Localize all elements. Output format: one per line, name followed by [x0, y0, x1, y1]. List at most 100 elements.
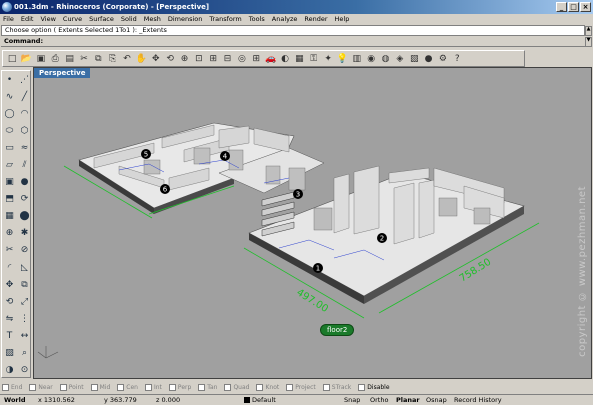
hand-icon[interactable]: ✋	[134, 52, 148, 66]
explode-icon[interactable]: ✱	[17, 225, 32, 242]
osnap-checkbox[interactable]	[224, 383, 232, 391]
menu-solid[interactable]: Solid	[121, 14, 137, 25]
car-icon[interactable]: 🚗	[263, 52, 277, 66]
lock-icon[interactable]: ⚿	[307, 52, 321, 66]
osnap-near[interactable]: Near	[29, 383, 53, 391]
menu-view[interactable]: View	[40, 14, 55, 25]
render-icon[interactable]: ◑	[2, 362, 17, 379]
rotate-icon[interactable]: ⟲	[2, 293, 17, 310]
curve-icon[interactable]: ∿	[2, 88, 17, 105]
planar-toggle[interactable]: Planar	[392, 395, 422, 405]
dimension-icon[interactable]: ↔	[17, 327, 32, 344]
import-icon[interactable]: ▤	[62, 52, 76, 66]
sphere-icon[interactable]: ●	[17, 174, 32, 191]
history-scroll-up-icon[interactable]: ▲	[585, 26, 592, 36]
osnap-checkbox[interactable]	[59, 383, 67, 391]
osnap-perp[interactable]: Perp	[168, 383, 191, 391]
menu-help[interactable]: Help	[335, 14, 350, 25]
extrude-icon[interactable]: ⬒	[2, 191, 17, 208]
light-icon[interactable]: ✦	[321, 52, 335, 66]
menu-dimension[interactable]: Dimension	[168, 14, 203, 25]
menu-file[interactable]: File	[3, 14, 14, 25]
ortho-toggle[interactable]: Ortho	[366, 395, 392, 405]
blank-icon[interactable]	[465, 52, 479, 66]
close-button[interactable]: ×	[580, 2, 591, 12]
menu-surface[interactable]: Surface	[89, 14, 114, 25]
layer-icon[interactable]: ▥	[350, 52, 364, 66]
osnap-int[interactable]: Int	[144, 383, 162, 391]
polyline-icon[interactable]: ⋰	[17, 71, 32, 88]
rhino-app-icon[interactable]	[2, 2, 12, 12]
osnap-checkbox[interactable]	[144, 383, 152, 391]
marker-5[interactable]: 5	[144, 151, 148, 159]
sphere-icon[interactable]: ●	[421, 52, 435, 66]
perspective-viewport[interactable]: 497.00 758.50 1 2 3 4 5 6 Perspective co…	[33, 67, 592, 379]
camera-icon[interactable]: ◐	[278, 52, 292, 66]
hatch-icon[interactable]: ▨	[2, 345, 17, 362]
surface-icon[interactable]: ▱	[2, 156, 17, 173]
maximize-button[interactable]: □	[568, 2, 579, 12]
fillet-icon[interactable]: ◜	[2, 259, 17, 276]
menu-render[interactable]: Render	[304, 14, 327, 25]
blank4-icon[interactable]	[508, 52, 522, 66]
split-icon[interactable]: ⊘	[17, 242, 32, 259]
mirror-icon[interactable]: ⇋	[2, 310, 17, 327]
osnap-disable[interactable]: Disable	[358, 383, 390, 391]
osnap-checkbox[interactable]	[322, 383, 330, 391]
osnap-tan[interactable]: Tan	[198, 383, 217, 391]
command-line[interactable]: Command:	[1, 36, 585, 47]
osnap-knot[interactable]: Knot	[256, 383, 279, 391]
osnap-icon[interactable]: ⊙	[17, 362, 32, 379]
loft-icon[interactable]: ⫽	[17, 156, 32, 173]
analyze-icon[interactable]: ⌕	[17, 345, 32, 362]
cylinder-icon[interactable]: ⬤	[17, 208, 32, 225]
menu-analyze[interactable]: Analyze	[272, 14, 298, 25]
current-layer[interactable]: Default	[240, 395, 340, 405]
cut-icon[interactable]: ✂	[77, 52, 91, 66]
four-views-icon[interactable]: ⊞	[249, 52, 263, 66]
point-icon[interactable]: •	[2, 71, 17, 88]
blank3-icon[interactable]	[493, 52, 507, 66]
snap-toggle[interactable]: Snap	[340, 395, 366, 405]
text-icon[interactable]: T	[2, 327, 17, 344]
viewport-title-tab[interactable]: Perspective	[34, 68, 91, 78]
osnap-toggle[interactable]: Osnap	[422, 395, 450, 405]
cplane-indicator[interactable]: World	[0, 395, 34, 405]
box-icon[interactable]: ▣	[2, 174, 17, 191]
osnap-checkbox[interactable]	[117, 383, 125, 391]
bulb-icon[interactable]: 💡	[335, 52, 349, 66]
join-icon[interactable]: ⊕	[2, 225, 17, 242]
marker-4[interactable]: 4	[223, 153, 228, 161]
menu-transform[interactable]: Transform	[209, 14, 241, 25]
arc-icon[interactable]: ◠	[17, 105, 32, 122]
mesh-icon[interactable]: ▦	[2, 208, 17, 225]
save-icon[interactable]: ▣	[34, 52, 48, 66]
menu-tools[interactable]: Tools	[249, 14, 265, 25]
grid-icon[interactable]: ▦	[292, 52, 306, 66]
marker-1[interactable]: 1	[316, 265, 320, 273]
paste-icon[interactable]: ⎘	[106, 52, 120, 66]
print-icon[interactable]: ⎙	[48, 52, 62, 66]
osnap-checkbox[interactable]	[286, 383, 294, 391]
record-history-toggle[interactable]: Record History	[450, 395, 506, 405]
undo-icon[interactable]: ↶	[120, 52, 134, 66]
circle-icon[interactable]: ◯	[2, 105, 17, 122]
osnap-mid[interactable]: Mid	[90, 383, 110, 391]
osnap-strack[interactable]: STrack	[322, 383, 351, 391]
line-icon[interactable]: ╱	[17, 88, 32, 105]
zoom-target-icon[interactable]: ◎	[235, 52, 249, 66]
rotate-icon[interactable]: ⟲	[163, 52, 177, 66]
zoom-window-icon[interactable]: ⊡	[192, 52, 206, 66]
marker-2[interactable]: 2	[380, 235, 384, 243]
copy-icon[interactable]: ⧉	[17, 276, 32, 293]
osnap-quad[interactable]: Quad	[224, 383, 249, 391]
history-scroll-down-icon[interactable]: ▼	[585, 37, 592, 47]
rectangle-icon[interactable]: ▭	[2, 139, 17, 156]
material-icon[interactable]: ◈	[393, 52, 407, 66]
ellipse-icon[interactable]: ⬭	[2, 122, 17, 139]
floor-tag[interactable]: floor2	[320, 324, 355, 336]
scale-icon[interactable]: ⤢	[17, 293, 32, 310]
osnap-checkbox[interactable]	[198, 383, 206, 391]
osnap-checkbox[interactable]	[2, 383, 9, 391]
pan-icon[interactable]: ✥	[149, 52, 163, 66]
